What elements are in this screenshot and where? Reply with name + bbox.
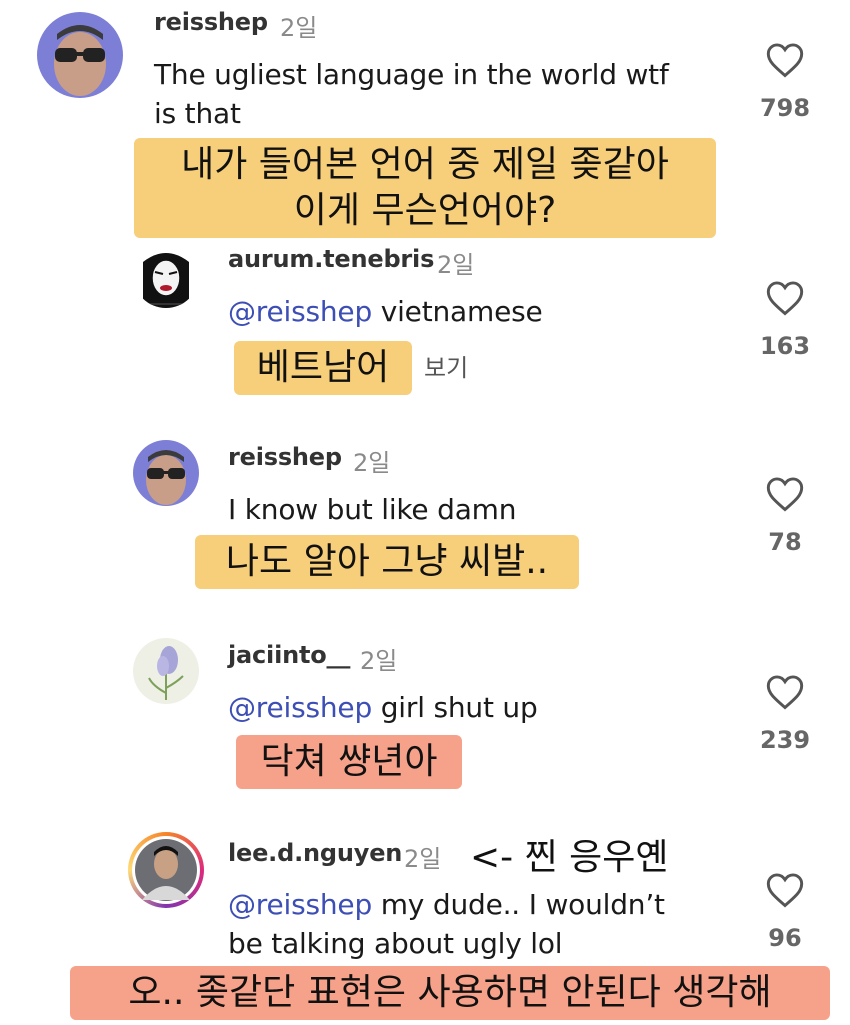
username[interactable]: reisshep bbox=[154, 8, 268, 36]
like-button[interactable]: 96 bbox=[755, 872, 815, 952]
username[interactable]: jaciinto__ bbox=[228, 641, 350, 669]
like-count: 96 bbox=[768, 924, 802, 952]
comment-text: The ugliest language in the world wtf is… bbox=[154, 58, 669, 130]
like-button[interactable]: 78 bbox=[755, 476, 815, 556]
timestamp: 2일 bbox=[437, 251, 475, 279]
avatar[interactable] bbox=[133, 638, 199, 704]
comment-text: @reisshep vietnamese bbox=[228, 292, 748, 331]
like-count: 78 bbox=[768, 528, 802, 556]
username[interactable]: reisshep bbox=[228, 443, 342, 471]
timestamp: 2일 bbox=[280, 14, 318, 42]
avatar[interactable] bbox=[133, 242, 199, 308]
heart-outline-icon bbox=[766, 675, 804, 710]
translation-caption: 나도 알아 그냥 씨발.. bbox=[195, 535, 579, 589]
heart-outline-icon bbox=[766, 43, 804, 78]
avatar[interactable] bbox=[37, 12, 123, 98]
heart-outline-icon bbox=[766, 477, 804, 512]
view-replies-link[interactable]: 보기 bbox=[424, 348, 468, 383]
comment-body: girl shut up bbox=[372, 691, 538, 724]
heart-outline-icon bbox=[766, 281, 804, 316]
translation-caption: 닥쳐 썅년아 bbox=[236, 735, 462, 789]
timestamp: 2일 bbox=[360, 647, 398, 675]
translation-caption: 베트남어 bbox=[234, 341, 412, 395]
like-count: 163 bbox=[759, 332, 811, 360]
like-count: 239 bbox=[759, 726, 811, 754]
timestamp: 2일 bbox=[404, 845, 442, 873]
annotation-note: <- 찐 응우옌 bbox=[470, 837, 669, 878]
comment-body: vietnamese bbox=[372, 295, 543, 328]
translation-caption: 오.. 좆같단 표현은 사용하면 안된다 생각해 bbox=[70, 966, 830, 1020]
like-count: 798 bbox=[759, 94, 811, 122]
like-button[interactable]: 798 bbox=[755, 42, 815, 122]
avatar[interactable] bbox=[128, 832, 204, 908]
translation-caption: 내가 들어본 언어 중 제일 좆같아 이게 무슨언어야? bbox=[134, 138, 716, 238]
comment-text: I know but like damn bbox=[228, 493, 517, 526]
avatar[interactable] bbox=[133, 440, 199, 506]
mention-link[interactable]: @reisshep bbox=[228, 295, 372, 328]
comment-text: @reisshep my dude.. I wouldn’t be talkin… bbox=[228, 885, 748, 963]
heart-outline-icon bbox=[766, 873, 804, 908]
username[interactable]: lee.d.nguyen bbox=[228, 839, 402, 867]
mention-link[interactable]: @reisshep bbox=[228, 691, 372, 724]
like-button[interactable]: 163 bbox=[755, 280, 815, 360]
comment-text: @reisshep girl shut up bbox=[228, 688, 748, 727]
like-button[interactable]: 239 bbox=[755, 674, 815, 754]
username[interactable]: aurum.tenebris bbox=[228, 245, 434, 273]
mention-link[interactable]: @reisshep bbox=[228, 888, 372, 921]
timestamp: 2일 bbox=[353, 449, 391, 477]
